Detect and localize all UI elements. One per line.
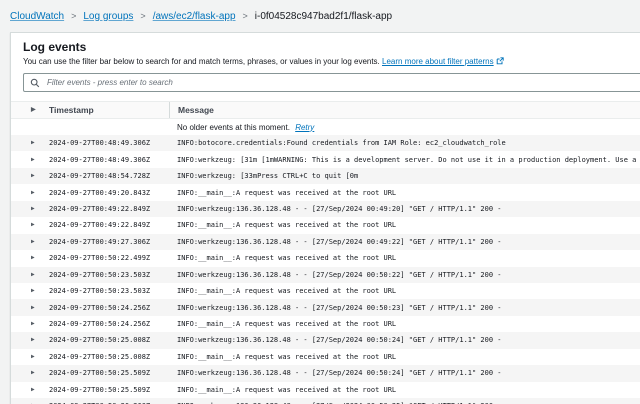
row-expand-icon[interactable]: ▶ (11, 255, 49, 261)
log-event-row: ▶ 2024-09-27T00:50:23.503Z INFO:__main__… (11, 283, 640, 299)
panel-header: Log events You can use the filter bar be… (11, 33, 640, 101)
row-timestamp: 2024-09-27T00:50:23.503Z (49, 271, 169, 279)
no-older-events-row: No older events at this moment. Retry (11, 119, 640, 135)
row-timestamp: 2024-09-27T00:50:25.509Z (49, 386, 169, 394)
row-message: INFO:__main__:A request was received at … (169, 320, 640, 328)
log-event-row: ▶ 2024-09-27T00:50:22.499Z INFO:__main__… (11, 250, 640, 266)
row-timestamp: 2024-09-27T00:50:22.499Z (49, 254, 169, 262)
row-message: INFO:botocore.credentials:Found credenti… (169, 139, 640, 147)
log-event-row: ▶ 2024-09-27T00:48:49.306Z INFO:botocore… (11, 135, 640, 151)
row-timestamp: 2024-09-27T00:49:22.849Z (49, 205, 169, 213)
row-expand-icon[interactable]: ▶ (11, 140, 49, 146)
log-event-row: ▶ 2024-09-27T00:50:26.260Z INFO:werkzeug… (11, 398, 640, 404)
row-expand-icon[interactable]: ▶ (11, 222, 49, 228)
row-timestamp: 2024-09-27T00:50:25.008Z (49, 353, 169, 361)
row-message: INFO:__main__:A request was received at … (169, 287, 640, 295)
panel-description: You can use the filter bar below to sear… (23, 57, 640, 68)
breadcrumb-separator-icon: > (140, 11, 145, 21)
external-link-icon (496, 57, 504, 68)
log-event-row: ▶ 2024-09-27T00:49:22.849Z INFO:__main__… (11, 217, 640, 233)
search-icon (30, 78, 40, 88)
row-message: INFO:__main__:A request was received at … (169, 189, 640, 197)
log-event-row: ▶ 2024-09-27T00:50:25.509Z INFO:__main__… (11, 382, 640, 398)
row-message: INFO:werkzeug: [31m [1mWARNING: This is … (169, 156, 640, 164)
breadcrumb-separator-icon: > (243, 11, 248, 21)
learn-more-link[interactable]: Learn more about filter patterns (382, 57, 494, 66)
row-expand-icon[interactable]: ▶ (11, 387, 49, 393)
description-text: You can use the filter bar below to sear… (23, 57, 380, 66)
breadcrumb-separator-icon: > (71, 11, 76, 21)
page-title: Log events (23, 41, 640, 54)
row-expand-icon[interactable]: ▶ (11, 288, 49, 294)
row-timestamp: 2024-09-27T00:50:24.256Z (49, 320, 169, 328)
row-timestamp: 2024-09-27T00:48:49.306Z (49, 156, 169, 164)
row-message: INFO:werkzeug:136.36.128.48 - - [27/Sep/… (169, 205, 640, 213)
message-column-header: Message (169, 102, 640, 118)
row-timestamp: 2024-09-27T00:50:23.503Z (49, 287, 169, 295)
breadcrumb-log-group-link[interactable]: /aws/ec2/flask-app (153, 11, 236, 22)
log-events-table: ▶ Timestamp Message No older events at t… (11, 101, 640, 404)
row-expand-icon[interactable]: ▶ (11, 370, 49, 376)
search-input[interactable] (45, 77, 640, 88)
row-message: INFO:werkzeug: [33mPress CTRL+C to quit … (169, 172, 640, 180)
row-timestamp: 2024-09-27T00:49:22.849Z (49, 221, 169, 229)
row-expand-icon[interactable]: ▶ (11, 337, 49, 343)
log-event-row: ▶ 2024-09-27T00:48:54.728Z INFO:werkzeug… (11, 168, 640, 184)
breadcrumb: CloudWatch > Log groups > /aws/ec2/flask… (0, 0, 640, 32)
row-timestamp: 2024-09-27T00:50:25.008Z (49, 336, 169, 344)
row-expand-icon[interactable]: ▶ (11, 354, 49, 360)
cloudwatch-log-events-page: CloudWatch > Log groups > /aws/ec2/flask… (0, 0, 640, 404)
log-event-row: ▶ 2024-09-27T00:50:24.256Z INFO:werkzeug… (11, 299, 640, 315)
row-timestamp: 2024-09-27T00:49:27.306Z (49, 238, 169, 246)
retry-link[interactable]: Retry (295, 123, 314, 132)
log-event-row: ▶ 2024-09-27T00:50:25.008Z INFO:__main__… (11, 349, 640, 365)
row-timestamp: 2024-09-27T00:49:20.843Z (49, 189, 169, 197)
filter-events-searchbox[interactable] (23, 73, 640, 92)
row-expand-icon[interactable]: ▶ (11, 272, 49, 278)
log-event-row: ▶ 2024-09-27T00:50:25.509Z INFO:werkzeug… (11, 365, 640, 381)
row-message: INFO:__main__:A request was received at … (169, 221, 640, 229)
timestamp-column-header[interactable]: Timestamp (49, 105, 169, 115)
row-timestamp: 2024-09-27T00:48:54.728Z (49, 172, 169, 180)
row-message: INFO:werkzeug:136.36.128.48 - - [27/Sep/… (169, 304, 640, 312)
row-timestamp: 2024-09-27T00:48:49.306Z (49, 139, 169, 147)
row-message: INFO:werkzeug:136.36.128.48 - - [27/Sep/… (169, 271, 640, 279)
row-expand-icon[interactable]: ▶ (11, 239, 49, 245)
breadcrumb-log-groups-link[interactable]: Log groups (83, 11, 133, 22)
row-message: INFO:__main__:A request was received at … (169, 353, 640, 361)
row-expand-icon[interactable]: ▶ (11, 173, 49, 179)
log-event-row: ▶ 2024-09-27T00:48:49.306Z INFO:werkzeug… (11, 151, 640, 167)
log-events-panel: Log events You can use the filter bar be… (10, 32, 640, 404)
log-rows: ▶ 2024-09-27T00:48:49.306Z INFO:botocore… (11, 135, 640, 404)
no-older-events-text: No older events at this moment. (177, 123, 290, 132)
row-expand-icon[interactable]: ▶ (11, 157, 49, 163)
row-message: INFO:__main__:A request was received at … (169, 254, 640, 262)
log-event-row: ▶ 2024-09-27T00:50:24.256Z INFO:__main__… (11, 316, 640, 332)
row-message: INFO:werkzeug:136.36.128.48 - - [27/Sep/… (169, 238, 640, 246)
table-header-row: ▶ Timestamp Message (11, 101, 640, 119)
row-message: INFO:werkzeug:136.36.128.48 - - [27/Sep/… (169, 336, 640, 344)
log-event-row: ▶ 2024-09-27T00:49:20.843Z INFO:__main__… (11, 184, 640, 200)
log-event-row: ▶ 2024-09-27T00:50:25.008Z INFO:werkzeug… (11, 332, 640, 348)
row-timestamp: 2024-09-27T00:50:25.509Z (49, 369, 169, 377)
row-expand-icon[interactable]: ▶ (11, 206, 49, 212)
expand-all-icon[interactable]: ▶ (11, 107, 49, 113)
row-expand-icon[interactable]: ▶ (11, 190, 49, 196)
row-message: INFO:__main__:A request was received at … (169, 386, 640, 394)
log-event-row: ▶ 2024-09-27T00:49:22.849Z INFO:werkzeug… (11, 201, 640, 217)
log-event-row: ▶ 2024-09-27T00:50:23.503Z INFO:werkzeug… (11, 267, 640, 283)
row-timestamp: 2024-09-27T00:50:24.256Z (49, 304, 169, 312)
row-message: INFO:werkzeug:136.36.128.48 - - [27/Sep/… (169, 369, 640, 377)
breadcrumb-cloudwatch-link[interactable]: CloudWatch (10, 11, 64, 22)
log-event-row: ▶ 2024-09-27T00:49:27.306Z INFO:werkzeug… (11, 234, 640, 250)
row-expand-icon[interactable]: ▶ (11, 321, 49, 327)
breadcrumb-current-log-stream: i-0f04528c947bad2f1/flask-app (255, 11, 392, 22)
row-expand-icon[interactable]: ▶ (11, 305, 49, 311)
